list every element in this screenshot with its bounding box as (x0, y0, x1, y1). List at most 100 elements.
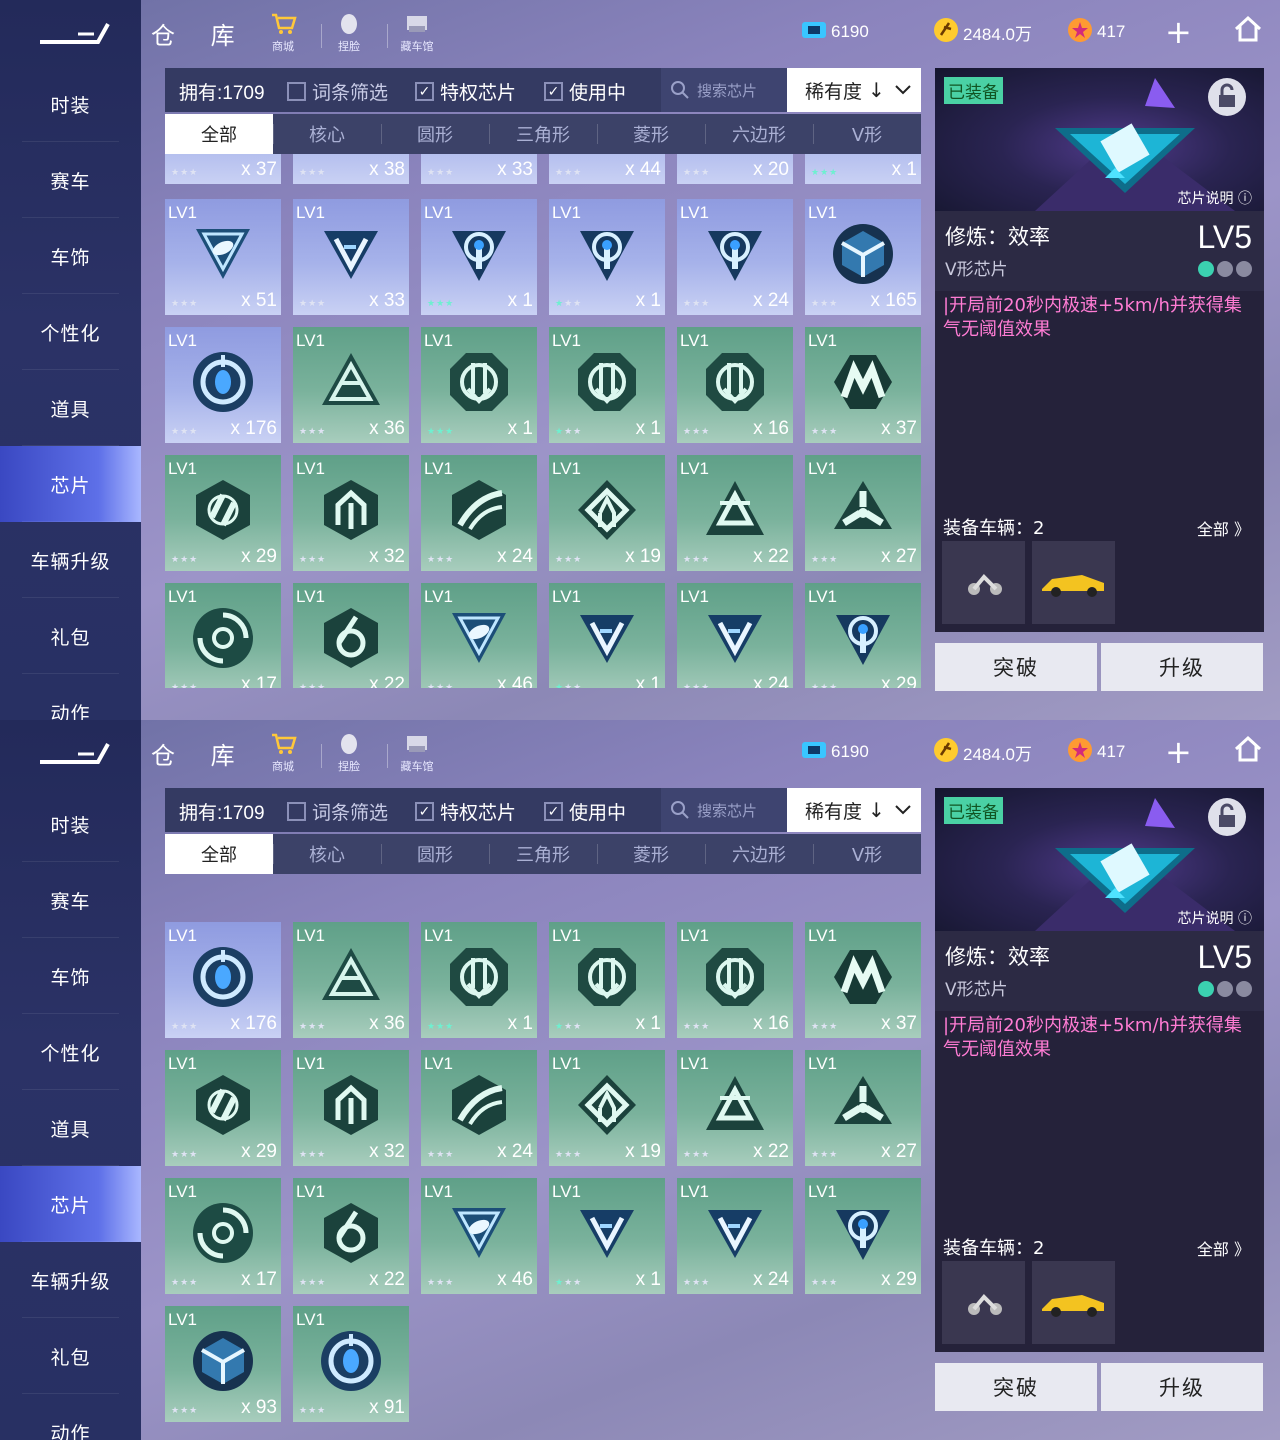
chip-card[interactable]: ★★★ x 44 (549, 154, 665, 184)
chip-card[interactable]: LV1 ★★★ x 16 (677, 922, 793, 1038)
search-input[interactable]: 搜索芯片 (661, 788, 787, 832)
chip-card[interactable]: LV1 ★★★ x 22 (677, 1050, 793, 1166)
chip-card[interactable]: LV1 ★★★ x 46 (421, 583, 537, 688)
nav-cart-button[interactable]: 商城 (255, 732, 311, 774)
vehicle-slot[interactable] (942, 541, 1025, 624)
chip-card[interactable]: LV1 ★★★ x 29 (165, 455, 281, 571)
sidebar-item-7[interactable]: 礼包 (0, 1318, 141, 1394)
chip-card[interactable]: LV1 ★★★ x 27 (805, 1050, 921, 1166)
chip-card[interactable]: LV1 ★★★ x 24 (421, 1050, 537, 1166)
chip-card[interactable]: LV1 ★★★ x 16 (677, 327, 793, 443)
back-logo-icon[interactable] (38, 740, 110, 768)
chip-card[interactable]: ★★★ x 1 (805, 154, 921, 184)
unlock-icon[interactable] (1208, 78, 1246, 116)
nav-garage-button[interactable]: 藏车馆 (389, 12, 445, 54)
tab-2[interactable]: 圆形 (381, 834, 489, 874)
home-icon[interactable] (1233, 734, 1263, 764)
chip-card[interactable]: LV1 ★★★ x 22 (293, 583, 409, 688)
chip-card[interactable]: LV1 ★★★ x 17 (165, 583, 281, 688)
nav-garage-button[interactable]: 藏车馆 (389, 732, 445, 774)
nav-face-button[interactable]: 捏脸 (321, 732, 377, 774)
tab-5[interactable]: 六边形 (705, 834, 813, 874)
chip-card[interactable]: LV1 ★★★ x 93 (165, 1306, 281, 1422)
sidebar-item-0[interactable]: 时装 (0, 786, 141, 862)
chip-card[interactable]: LV1 ★★★ x 19 (549, 1050, 665, 1166)
sidebar-item-3[interactable]: 个性化 (0, 294, 141, 370)
add-currency-icon[interactable]: + (1165, 734, 1192, 770)
chip-card[interactable]: ★★★ x 20 (677, 154, 793, 184)
tab-4[interactable]: 菱形 (597, 114, 705, 154)
chip-card[interactable]: LV1 ★★★ x 37 (805, 327, 921, 443)
tab-0[interactable]: 全部 (165, 834, 273, 874)
chip-card[interactable]: LV1 ★★★ x 17 (165, 1178, 281, 1294)
sidebar-item-2[interactable]: 车饰 (0, 938, 141, 1014)
sort-dropdown[interactable]: 稀有度 ↓ (787, 68, 921, 112)
breakthrough-button[interactable]: 突破 (935, 1363, 1097, 1411)
unlock-icon[interactable] (1208, 798, 1246, 836)
chip-card[interactable]: LV1 ★★★ x 29 (805, 1178, 921, 1294)
chip-card[interactable]: LV1 ★★★ x 1 (549, 922, 665, 1038)
vehicle-slot[interactable] (942, 1261, 1025, 1344)
nav-face-button[interactable]: 捏脸 (321, 12, 377, 54)
chip-card[interactable]: LV1 ★★★ x 32 (293, 455, 409, 571)
upgrade-button[interactable]: 升级 (1101, 1363, 1263, 1411)
chip-card[interactable]: LV1 ★★★ x 1 (421, 327, 537, 443)
chip-card[interactable]: LV1 ★★★ x 32 (293, 1050, 409, 1166)
sort-dropdown[interactable]: 稀有度 ↓ (787, 788, 921, 832)
chip-card[interactable]: LV1 ★★★ x 19 (549, 455, 665, 571)
chip-card[interactable]: LV1 ★★★ x 1 (549, 327, 665, 443)
back-logo-icon[interactable] (38, 20, 110, 48)
in-use-checkbox[interactable]: ✓ 使用中 (544, 78, 626, 105)
chip-card[interactable]: LV1 ★★★ x 33 (293, 199, 409, 315)
chip-card[interactable]: LV1 ★★★ x 46 (421, 1178, 537, 1294)
affix-filter-checkbox[interactable]: 词条筛选 (287, 798, 388, 825)
chip-card[interactable]: LV1 ★★★ x 24 (677, 199, 793, 315)
chip-card[interactable]: LV1 ★★★ x 1 (549, 583, 665, 688)
sidebar-item-8[interactable]: 动作 (0, 1394, 141, 1440)
tab-5[interactable]: 六边形 (705, 114, 813, 154)
chip-card[interactable]: LV1 ★★★ x 176 (165, 922, 281, 1038)
sidebar-item-5[interactable]: 芯片 (0, 1166, 141, 1242)
chip-info-link[interactable]: 芯片说明 ⓘ (1178, 188, 1252, 208)
chip-card[interactable]: LV1 ★★★ x 29 (165, 1050, 281, 1166)
chip-card[interactable]: LV1 ★★★ x 36 (293, 327, 409, 443)
chip-card[interactable]: LV1 ★★★ x 24 (677, 583, 793, 688)
sidebar-item-1[interactable]: 赛车 (0, 862, 141, 938)
tab-6[interactable]: V形 (813, 114, 921, 154)
tab-0[interactable]: 全部 (165, 114, 273, 154)
sidebar-item-6[interactable]: 车辆升级 (0, 1242, 141, 1318)
nav-cart-button[interactable]: 商城 (255, 12, 311, 54)
sidebar-item-3[interactable]: 个性化 (0, 1014, 141, 1090)
breakthrough-button[interactable]: 突破 (935, 643, 1097, 691)
sidebar-item-5[interactable]: 芯片 (0, 446, 141, 522)
tab-6[interactable]: V形 (813, 834, 921, 874)
chip-card[interactable]: LV1 ★★★ x 1 (549, 1178, 665, 1294)
chip-card[interactable]: LV1 ★★★ x 91 (293, 1306, 409, 1422)
sidebar-item-4[interactable]: 道具 (0, 370, 141, 446)
sidebar-item-4[interactable]: 道具 (0, 1090, 141, 1166)
chip-card[interactable]: LV1 ★★★ x 22 (293, 1178, 409, 1294)
privilege-chip-checkbox[interactable]: ✓ 特权芯片 (415, 798, 516, 825)
sidebar-item-7[interactable]: 礼包 (0, 598, 141, 674)
sidebar-item-1[interactable]: 赛车 (0, 142, 141, 218)
chip-card[interactable]: ★★★ x 33 (421, 154, 537, 184)
chip-card[interactable]: LV1 ★★★ x 1 (549, 199, 665, 315)
add-currency-icon[interactable]: + (1165, 14, 1192, 50)
sidebar-item-6[interactable]: 车辆升级 (0, 522, 141, 598)
chip-card[interactable]: LV1 ★★★ x 51 (165, 199, 281, 315)
search-input[interactable]: 搜索芯片 (661, 68, 787, 112)
chip-card[interactable]: LV1 ★★★ x 24 (421, 455, 537, 571)
all-vehicles-link[interactable]: 全部 》 (1197, 516, 1250, 540)
chip-card[interactable]: LV1 ★★★ x 29 (805, 583, 921, 688)
upgrade-button[interactable]: 升级 (1101, 643, 1263, 691)
chip-card[interactable]: LV1 ★★★ x 37 (805, 922, 921, 1038)
chip-card[interactable]: ★★★ x 37 (165, 154, 281, 184)
chip-card[interactable]: LV1 ★★★ x 24 (677, 1178, 793, 1294)
in-use-checkbox[interactable]: ✓ 使用中 (544, 798, 626, 825)
all-vehicles-link[interactable]: 全部 》 (1197, 1236, 1250, 1260)
chip-card[interactable]: LV1 ★★★ x 1 (421, 922, 537, 1038)
vehicle-slot[interactable] (1032, 1261, 1115, 1344)
home-icon[interactable] (1233, 14, 1263, 44)
tab-3[interactable]: 三角形 (489, 114, 597, 154)
affix-filter-checkbox[interactable]: 词条筛选 (287, 78, 388, 105)
